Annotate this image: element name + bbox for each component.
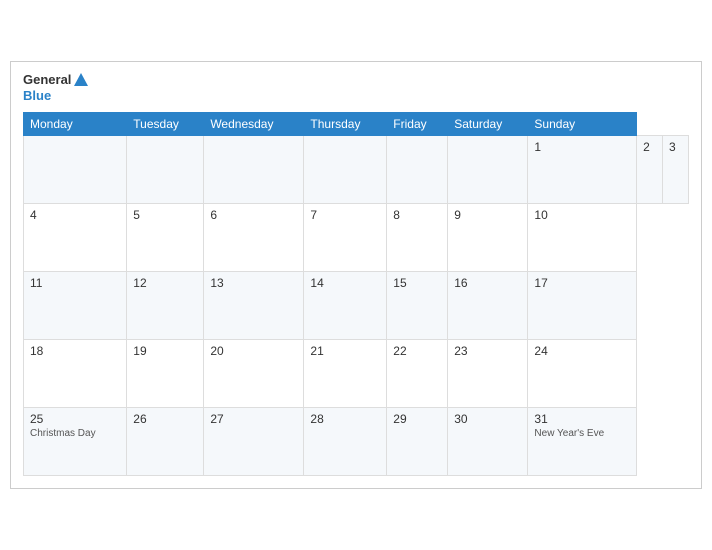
day-number: 28 bbox=[310, 412, 380, 426]
logo-triangle-icon bbox=[73, 72, 89, 88]
day-number: 2 bbox=[643, 140, 656, 154]
day-number: 4 bbox=[30, 208, 120, 222]
day-number: 12 bbox=[133, 276, 197, 290]
calendar-grid: MondayTuesdayWednesdayThursdayFridaySatu… bbox=[23, 112, 689, 476]
day-number: 5 bbox=[133, 208, 197, 222]
calendar-cell: 20 bbox=[204, 339, 304, 407]
day-number: 10 bbox=[534, 208, 630, 222]
day-number: 26 bbox=[133, 412, 197, 426]
day-number: 15 bbox=[393, 276, 441, 290]
calendar-cell: 21 bbox=[304, 339, 387, 407]
day-number: 18 bbox=[30, 344, 120, 358]
week-row-2: 456789 10 bbox=[24, 203, 689, 271]
week-row-1: 123 bbox=[24, 135, 689, 203]
calendar-cell: 24 bbox=[528, 339, 637, 407]
weekday-header-row: MondayTuesdayWednesdayThursdayFridaySatu… bbox=[24, 112, 689, 135]
logo-general-text: General bbox=[23, 72, 71, 88]
day-number: 24 bbox=[534, 344, 630, 358]
weekday-thursday: Thursday bbox=[304, 112, 387, 135]
calendar-cell: 11 bbox=[24, 271, 127, 339]
weekday-saturday: Saturday bbox=[448, 112, 528, 135]
empty-cell bbox=[127, 135, 204, 203]
calendar-container: General Blue MondayTuesdayWednesdayThurs… bbox=[10, 61, 702, 489]
weekday-sunday: Sunday bbox=[528, 112, 637, 135]
calendar-cell: 15 bbox=[387, 271, 448, 339]
calendar-cell: 8 bbox=[387, 203, 448, 271]
calendar-cell: 17 bbox=[528, 271, 637, 339]
logo-blue-text: Blue bbox=[23, 88, 89, 104]
holiday-name: Christmas Day bbox=[30, 428, 120, 439]
calendar-cell: 23 bbox=[448, 339, 528, 407]
calendar-cell: 7 bbox=[304, 203, 387, 271]
weekday-wednesday: Wednesday bbox=[204, 112, 304, 135]
day-number: 21 bbox=[310, 344, 380, 358]
calendar-cell: 19 bbox=[127, 339, 204, 407]
week-row-5: 25 Christmas Day 26 27 28 29 30 31 New Year's Ev… bbox=[24, 407, 689, 475]
day-number: 11 bbox=[30, 276, 120, 290]
calendar-cell: 3 bbox=[663, 135, 689, 203]
day-number: 7 bbox=[310, 208, 380, 222]
calendar-cell: 14 bbox=[304, 271, 387, 339]
day-number: 14 bbox=[310, 276, 380, 290]
day-number: 20 bbox=[210, 344, 297, 358]
calendar-cell: 26 bbox=[127, 407, 204, 475]
calendar-cell: 22 bbox=[387, 339, 448, 407]
calendar-cell bbox=[448, 135, 528, 203]
logo: General Blue bbox=[23, 72, 89, 104]
calendar-cell: 1 bbox=[528, 135, 637, 203]
calendar-cell: 29 bbox=[387, 407, 448, 475]
day-number: 8 bbox=[393, 208, 441, 222]
calendar-cell: 25 Christmas Day bbox=[24, 407, 127, 475]
week-row-3: 11 12 13 14 15 16 17 bbox=[24, 271, 689, 339]
day-number: 31 bbox=[534, 412, 630, 426]
day-number: 16 bbox=[454, 276, 521, 290]
day-number: 30 bbox=[454, 412, 521, 426]
day-number: 23 bbox=[454, 344, 521, 358]
empty-cell bbox=[24, 135, 127, 203]
day-number: 13 bbox=[210, 276, 297, 290]
day-number: 1 bbox=[534, 140, 630, 154]
day-number: 17 bbox=[534, 276, 630, 290]
calendar-cell: 4 bbox=[24, 203, 127, 271]
weekday-friday: Friday bbox=[387, 112, 448, 135]
day-number: 29 bbox=[393, 412, 441, 426]
calendar-cell bbox=[304, 135, 387, 203]
day-number: 25 bbox=[30, 412, 120, 426]
holiday-name: New Year's Eve bbox=[534, 428, 630, 439]
day-number: 9 bbox=[454, 208, 521, 222]
calendar-cell: 30 bbox=[448, 407, 528, 475]
calendar-cell: 12 bbox=[127, 271, 204, 339]
day-number: 22 bbox=[393, 344, 441, 358]
calendar-cell: 16 bbox=[448, 271, 528, 339]
calendar-cell: 18 bbox=[24, 339, 127, 407]
calendar-cell: 27 bbox=[204, 407, 304, 475]
calendar-cell: 13 bbox=[204, 271, 304, 339]
day-number: 3 bbox=[669, 140, 682, 154]
calendar-cell bbox=[387, 135, 448, 203]
calendar-header: General Blue bbox=[23, 72, 689, 104]
day-number: 27 bbox=[210, 412, 297, 426]
calendar-cell: 31 New Year's Eve bbox=[528, 407, 637, 475]
day-number: 19 bbox=[133, 344, 197, 358]
day-number: 6 bbox=[210, 208, 297, 222]
empty-cell bbox=[204, 135, 304, 203]
weekday-tuesday: Tuesday bbox=[127, 112, 204, 135]
calendar-cell: 10 bbox=[528, 203, 637, 271]
week-row-4: 18 19 20 21 22 23 24 bbox=[24, 339, 689, 407]
weekday-monday: Monday bbox=[24, 112, 127, 135]
calendar-cell: 9 bbox=[448, 203, 528, 271]
calendar-cell: 28 bbox=[304, 407, 387, 475]
calendar-cell: 5 bbox=[127, 203, 204, 271]
calendar-cell: 6 bbox=[204, 203, 304, 271]
calendar-cell: 2 bbox=[637, 135, 663, 203]
